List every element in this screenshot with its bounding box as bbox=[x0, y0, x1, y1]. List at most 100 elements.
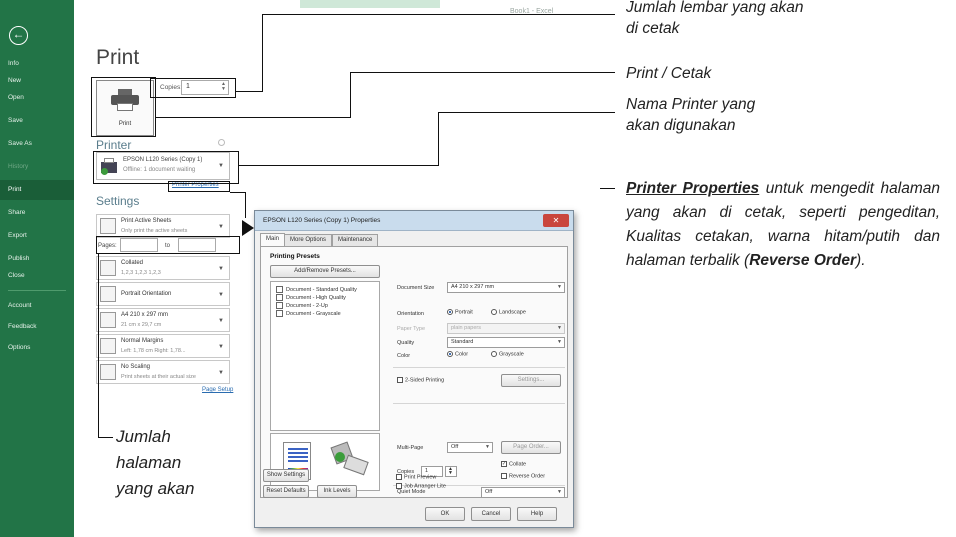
list-item[interactable]: Document - Grayscale bbox=[276, 310, 341, 317]
tab-main[interactable]: Main bbox=[260, 233, 286, 247]
info-icon[interactable] bbox=[218, 139, 225, 146]
two-sided-settings-button[interactable]: Settings... bbox=[501, 374, 561, 387]
collate-icon bbox=[100, 260, 116, 276]
print-highlight-box bbox=[91, 77, 156, 137]
orientation-label: Orientation bbox=[397, 311, 424, 317]
tab-maintenance[interactable]: Maintenance bbox=[332, 234, 379, 246]
portrait-radio[interactable]: Portrait bbox=[447, 309, 473, 315]
back-arrow-icon[interactable]: ← bbox=[9, 26, 28, 45]
setting-main: Print Active Sheets bbox=[121, 218, 172, 224]
scaling-dropdown[interactable]: No Scaling Print sheets at their actual … bbox=[96, 360, 230, 384]
chevron-down-icon: ▼ bbox=[218, 291, 224, 298]
quiet-mode-value: Off bbox=[485, 489, 493, 495]
settings-heading: Settings bbox=[96, 194, 140, 208]
color-label: Color bbox=[397, 353, 411, 359]
setting-main: Collated bbox=[121, 260, 144, 266]
sidebar-item-save[interactable]: Save bbox=[0, 111, 74, 131]
sidebar-item-share[interactable]: Share bbox=[0, 203, 74, 223]
connector-line bbox=[245, 192, 247, 218]
connector-line bbox=[239, 165, 439, 167]
setting-main: Normal Margins bbox=[121, 338, 164, 344]
sidebar-item-close[interactable]: Close bbox=[0, 266, 74, 286]
annotation-bold: Reverse Order bbox=[749, 252, 857, 269]
chevron-down-icon: ▼ bbox=[218, 223, 224, 230]
quality-value: Standard bbox=[451, 339, 474, 345]
annotation-line: Jumlah bbox=[116, 427, 171, 446]
annotation-text: ). bbox=[856, 252, 866, 269]
checkbox-label: 2-Sided Printing bbox=[405, 377, 445, 384]
margins-icon bbox=[100, 338, 116, 354]
list-item[interactable]: Document - 2-Up bbox=[276, 302, 328, 309]
quiet-mode-select[interactable]: Off ▼ bbox=[481, 487, 565, 498]
chevron-down-icon: ▼ bbox=[218, 343, 224, 350]
reset-defaults-button[interactable]: Reset Defaults bbox=[263, 485, 309, 498]
pages-highlight-box bbox=[96, 236, 240, 254]
reverse-order-checkbox[interactable]: Reverse Order bbox=[501, 473, 545, 479]
list-item[interactable]: Document - Standard Quality bbox=[276, 286, 357, 293]
close-icon[interactable]: ✕ bbox=[543, 214, 569, 227]
paper-size-dropdown[interactable]: A4 210 x 297 mm 21 cm x 29,7 cm ▼ bbox=[96, 308, 230, 332]
quality-label: Quality bbox=[397, 340, 415, 346]
print-preview-checkbox[interactable]: Print Preview bbox=[396, 474, 436, 480]
page-setup-link[interactable]: Page Setup bbox=[202, 387, 233, 393]
chevron-down-icon: ▼ bbox=[557, 339, 562, 345]
multipage-select[interactable]: Off ▼ bbox=[447, 442, 493, 453]
print-preview-thumbnail bbox=[270, 433, 380, 491]
sidebar-item-feedback[interactable]: Feedback bbox=[0, 317, 74, 337]
print-what-dropdown[interactable]: Print Active Sheets Only print the activ… bbox=[96, 214, 230, 238]
sidebar-item-save-as[interactable]: Save As bbox=[0, 134, 74, 154]
ink-levels-button[interactable]: Ink Levels bbox=[317, 485, 357, 498]
ok-button[interactable]: OK bbox=[425, 507, 465, 521]
chevron-down-icon: ▼ bbox=[218, 317, 224, 324]
annotation-line: di cetak bbox=[626, 20, 680, 37]
sidebar-item-history[interactable]: History bbox=[0, 157, 74, 177]
document-size-value: A4 210 x 297 mm bbox=[451, 284, 495, 290]
chevron-down-icon: ▼ bbox=[557, 325, 562, 331]
sidebar-item-print[interactable]: Print bbox=[0, 180, 74, 200]
connector-line bbox=[236, 91, 262, 93]
connector-line bbox=[262, 14, 615, 16]
tab-more-options[interactable]: More Options bbox=[284, 234, 333, 246]
sidebar-item-open[interactable]: Open bbox=[0, 88, 74, 108]
connector-line bbox=[98, 254, 100, 438]
collate-checkbox[interactable]: ✓ Collate bbox=[501, 461, 526, 467]
connector-line bbox=[230, 192, 246, 194]
presets-list: Document - Standard Quality Document - H… bbox=[270, 281, 380, 431]
list-item[interactable]: Document - High Quality bbox=[276, 294, 346, 301]
copies-spinner-icon[interactable]: ▲ ▼ bbox=[445, 466, 457, 477]
figure: Book1 - Excel ← Info New Open Save Save … bbox=[0, 0, 956, 537]
page-order-button[interactable]: Page Order... bbox=[501, 441, 561, 454]
collation-dropdown[interactable]: Collated 1,2,3 1,2,3 1,2,3 ▼ bbox=[96, 256, 230, 280]
add-remove-presets-button[interactable]: Add/Remove Presets... bbox=[270, 265, 380, 278]
grayscale-radio[interactable]: Grayscale bbox=[491, 351, 524, 357]
radio-label: Color bbox=[455, 351, 469, 358]
cancel-button[interactable]: Cancel bbox=[471, 507, 511, 521]
properties-highlight-box bbox=[168, 181, 230, 192]
two-sided-checkbox[interactable]: 2-Sided Printing bbox=[397, 377, 444, 383]
checkbox-label: Reverse Order bbox=[509, 473, 546, 480]
quality-select[interactable]: Standard ▼ bbox=[447, 337, 565, 348]
paper-type-select[interactable]: plain papers ▼ bbox=[447, 323, 565, 334]
show-settings-button[interactable]: Show Settings bbox=[263, 469, 309, 482]
paper-type-label: Paper Type bbox=[397, 326, 426, 332]
orientation-dropdown[interactable]: Portrait Orientation ▼ bbox=[96, 282, 230, 306]
help-button[interactable]: Help bbox=[517, 507, 557, 521]
setting-sub: Print sheets at their actual size bbox=[121, 374, 196, 380]
margins-dropdown[interactable]: Normal Margins Left: 1,78 cm Right: 1,78… bbox=[96, 334, 230, 358]
setting-main: A4 210 x 297 mm bbox=[121, 312, 169, 318]
sidebar-item-export[interactable]: Export bbox=[0, 226, 74, 246]
landscape-radio[interactable]: Landscape bbox=[491, 309, 526, 315]
annotation-pages: Jumlah halaman yang akan bbox=[116, 424, 256, 502]
color-radio[interactable]: Color bbox=[447, 351, 468, 357]
annotation-line: Print / Cetak bbox=[626, 65, 712, 82]
connector-line bbox=[438, 112, 440, 166]
sidebar-item-options[interactable]: Options bbox=[0, 338, 74, 358]
job-arranger-checkbox[interactable]: Job Arranger Lite bbox=[396, 483, 446, 489]
multipage-label: Multi-Page bbox=[397, 445, 424, 451]
annotation-line: Jumlah lembar yang akan bbox=[626, 0, 804, 16]
top-band bbox=[300, 0, 440, 8]
sidebar-item-account[interactable]: Account bbox=[0, 296, 74, 316]
chevron-down-icon: ▼ bbox=[557, 489, 562, 495]
dialog-title: EPSON L120 Series (Copy 1) Properties bbox=[263, 217, 381, 224]
document-size-select[interactable]: A4 210 x 297 mm ▼ bbox=[447, 282, 565, 293]
